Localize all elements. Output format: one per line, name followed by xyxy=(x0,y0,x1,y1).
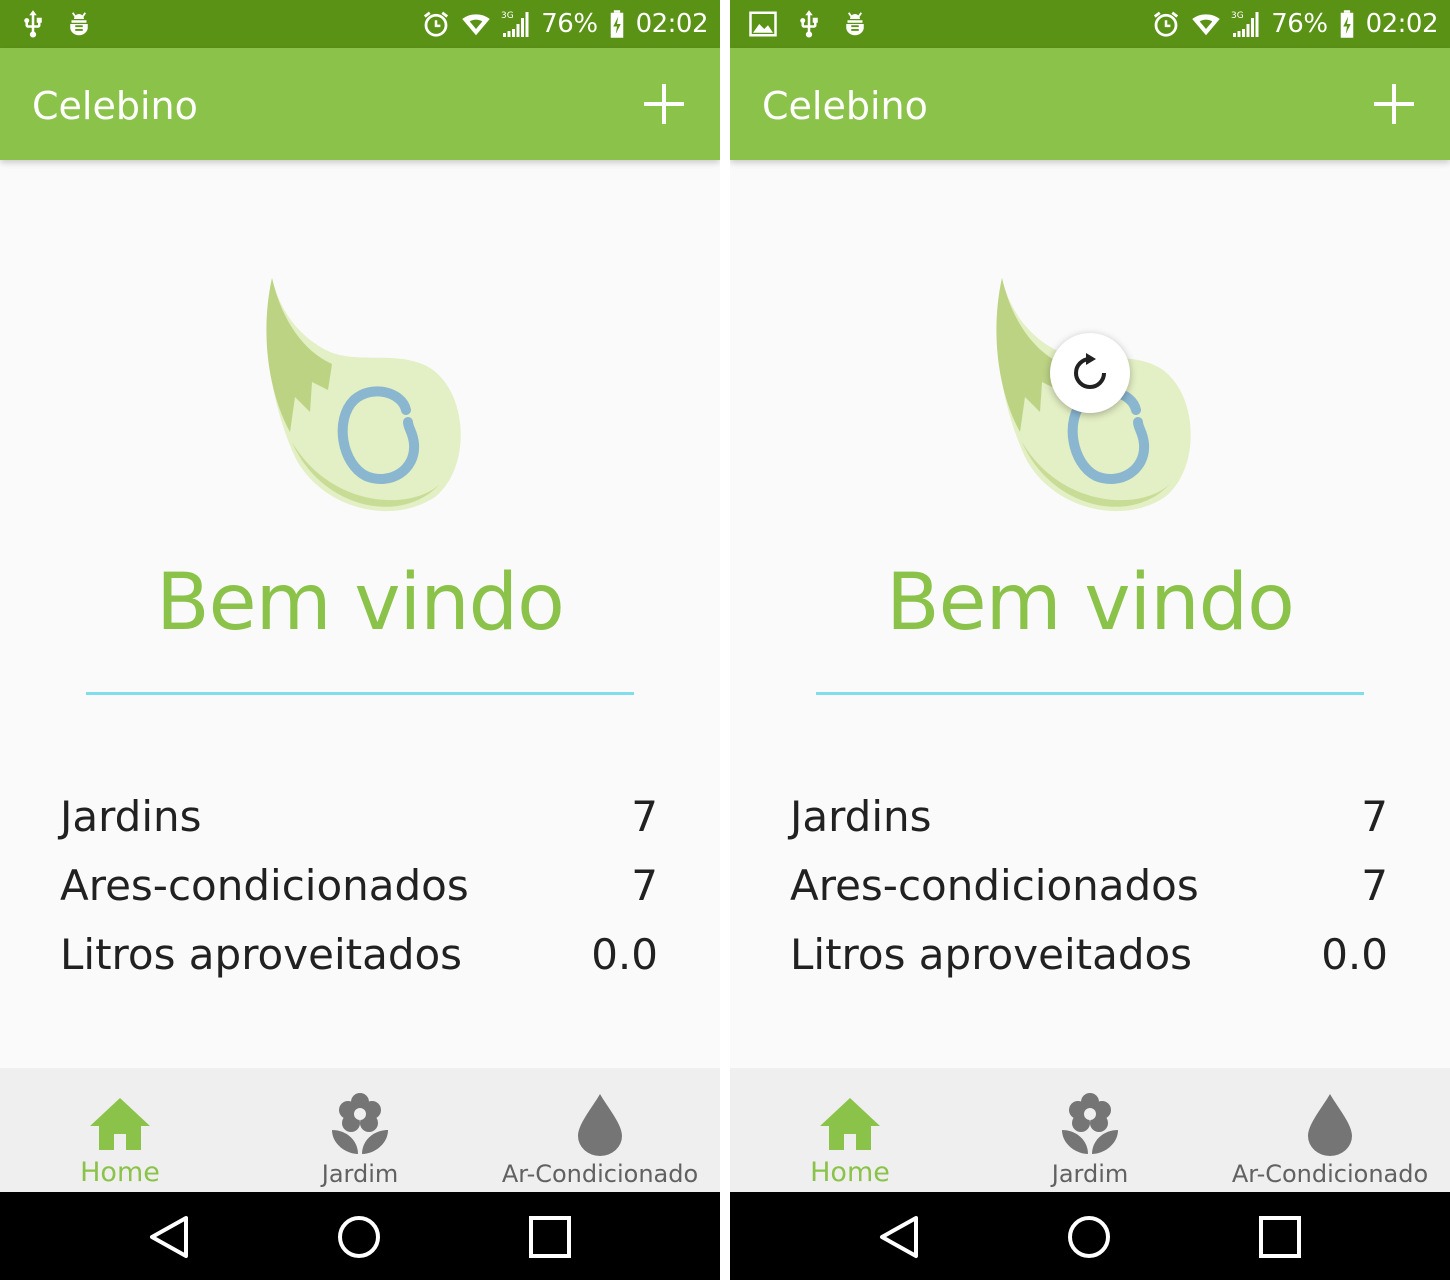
home-circle-icon[interactable] xyxy=(1066,1214,1112,1260)
home-circle-icon[interactable] xyxy=(336,1214,382,1260)
phone-screen-left: 3G 76% 02:02 Celebino Bem vindo Jardins … xyxy=(0,0,720,1280)
add-icon[interactable] xyxy=(1374,84,1414,124)
app-title: Celebino xyxy=(762,84,928,128)
android-debug-icon xyxy=(846,12,864,36)
alarm-icon xyxy=(424,11,449,37)
usb-icon xyxy=(24,10,42,38)
usb-icon xyxy=(800,10,818,38)
battery-charging-icon xyxy=(610,10,623,38)
stat-value: 0.0 xyxy=(1321,930,1388,979)
battery-percent: 76% xyxy=(1271,9,1328,39)
phone-screen-right: 3G 76% 02:02 Celebino Bem vindo Jardins … xyxy=(730,0,1450,1280)
stat-label: Jardins xyxy=(790,792,932,841)
recents-icon[interactable] xyxy=(527,1214,573,1260)
bottom-navigation: Home Jardim Ar-Condicionado xyxy=(730,1068,1450,1192)
system-navigation-bar xyxy=(730,1192,1450,1280)
stat-label: Ares-condicionados xyxy=(60,861,469,910)
divider xyxy=(86,692,634,695)
water-drop-icon xyxy=(578,1094,622,1156)
stats-list: Jardins 7 Ares-condicionados 7 Litros ap… xyxy=(790,788,1390,995)
app-bar: Celebino xyxy=(0,48,720,160)
recents-icon[interactable] xyxy=(1257,1214,1303,1260)
clock-time: 02:02 xyxy=(1365,9,1439,39)
signal-3g-icon: 3G xyxy=(501,11,529,37)
stat-value: 7 xyxy=(1361,861,1388,910)
nav-label: Jardim xyxy=(1051,1160,1129,1188)
app-title: Celebino xyxy=(32,84,198,128)
status-bar: 3G 76% 02:02 xyxy=(0,0,720,48)
image-icon xyxy=(749,11,777,37)
stat-value: 7 xyxy=(631,861,658,910)
refresh-icon xyxy=(1074,353,1106,389)
nav-item-jardim[interactable]: Jardim xyxy=(970,1068,1210,1192)
status-bar: 3G 76% 02:02 xyxy=(730,0,1450,48)
add-icon[interactable] xyxy=(644,84,684,124)
stat-value: 0.0 xyxy=(591,930,658,979)
stat-label: Litros aproveitados xyxy=(790,930,1193,979)
welcome-heading: Bem vindo xyxy=(156,558,565,648)
system-navigation-bar xyxy=(0,1192,720,1280)
nav-item-ar-condicionado[interactable]: Ar-Condicionado xyxy=(480,1068,720,1192)
battery-charging-icon xyxy=(1340,10,1353,38)
divider xyxy=(816,692,1364,695)
nav-item-ar-condicionado[interactable]: Ar-Condicionado xyxy=(1210,1068,1450,1192)
signal-3g-icon: 3G xyxy=(1231,11,1259,37)
stats-list: Jardins 7 Ares-condicionados 7 Litros ap… xyxy=(60,788,660,995)
wifi-icon xyxy=(462,14,491,36)
welcome-heading: Bem vindo xyxy=(886,558,1295,648)
flower-icon xyxy=(332,1093,388,1154)
nav-label: Home xyxy=(810,1157,890,1188)
alarm-icon xyxy=(1154,11,1179,37)
stat-row-ares-condicionados: Ares-condicionados 7 xyxy=(790,857,1390,926)
clock-time: 02:02 xyxy=(635,9,709,39)
pull-to-refresh-spinner[interactable] xyxy=(1050,333,1130,413)
flower-icon xyxy=(1062,1093,1118,1154)
stat-row-litros-aproveitados: Litros aproveitados 0.0 xyxy=(790,926,1390,995)
stat-value: 7 xyxy=(631,792,658,841)
water-drop-icon xyxy=(1308,1094,1352,1156)
stat-row-ares-condicionados: Ares-condicionados 7 xyxy=(60,857,660,926)
bottom-navigation: Home Jardim Ar-Condicionado xyxy=(0,1068,720,1192)
app-bar: Celebino xyxy=(730,48,1450,160)
network-type-label: 3G xyxy=(501,11,514,21)
celebino-logo xyxy=(266,278,461,512)
battery-percent: 76% xyxy=(541,9,598,39)
nav-label: Home xyxy=(80,1157,160,1188)
nav-item-home[interactable]: Home xyxy=(730,1068,970,1192)
network-type-label: 3G xyxy=(1231,11,1244,21)
stat-label: Litros aproveitados xyxy=(60,930,463,979)
stat-label: Ares-condicionados xyxy=(790,861,1199,910)
home-icon xyxy=(90,1098,150,1150)
stat-row-jardins: Jardins 7 xyxy=(790,788,1390,857)
stat-row-litros-aproveitados: Litros aproveitados 0.0 xyxy=(60,926,660,995)
stat-value: 7 xyxy=(1361,792,1388,841)
wifi-icon xyxy=(1192,14,1221,36)
nav-label: Ar-Condicionado xyxy=(1231,1160,1429,1188)
stat-label: Jardins xyxy=(60,792,202,841)
nav-label: Ar-Condicionado xyxy=(501,1160,699,1188)
nav-label: Jardim xyxy=(321,1160,399,1188)
stat-row-jardins: Jardins 7 xyxy=(60,788,660,857)
android-debug-icon xyxy=(70,12,88,36)
home-icon xyxy=(820,1098,880,1150)
nav-item-jardim[interactable]: Jardim xyxy=(240,1068,480,1192)
back-icon[interactable] xyxy=(146,1214,192,1260)
nav-item-home[interactable]: Home xyxy=(0,1068,240,1192)
back-icon[interactable] xyxy=(876,1214,922,1260)
